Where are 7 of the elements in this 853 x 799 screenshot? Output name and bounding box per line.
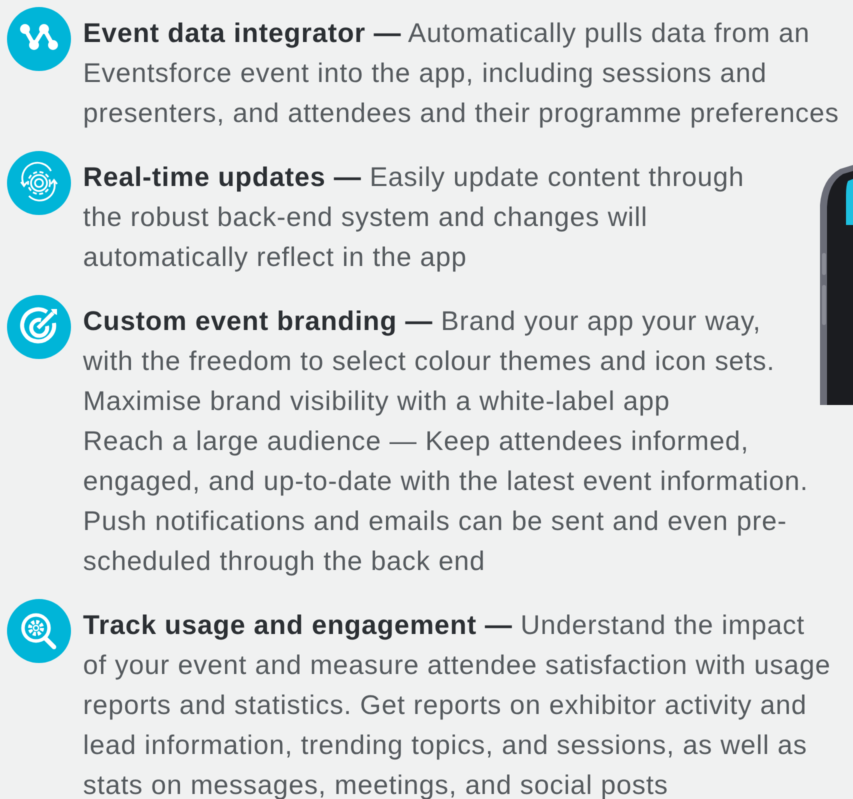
feature-description: Custom event branding — Brand your app your way, with the freedom to select colour themes and icon sets. Maximise brand visibility with a white-label app Reach a large audience — Keep attendees informed, engaged, and up-to-date with the latest event information. Push notifications and emails can be sent and even pre- scheduled through the back end [83, 305, 808, 578]
network-icon [7, 7, 71, 71]
gear-icon [7, 151, 71, 215]
feature-description: Real-time updates — Easily update content through the robust back-end system and changes will automatically reflect in the app [83, 161, 744, 274]
magnifier-icon [7, 599, 71, 663]
feature-description: Event data integrator — Automatically pulls data from an Eventsforce event into the app, including sessions and presenters, and attendees and their programme preferences [83, 17, 840, 130]
target-icon [7, 295, 71, 359]
